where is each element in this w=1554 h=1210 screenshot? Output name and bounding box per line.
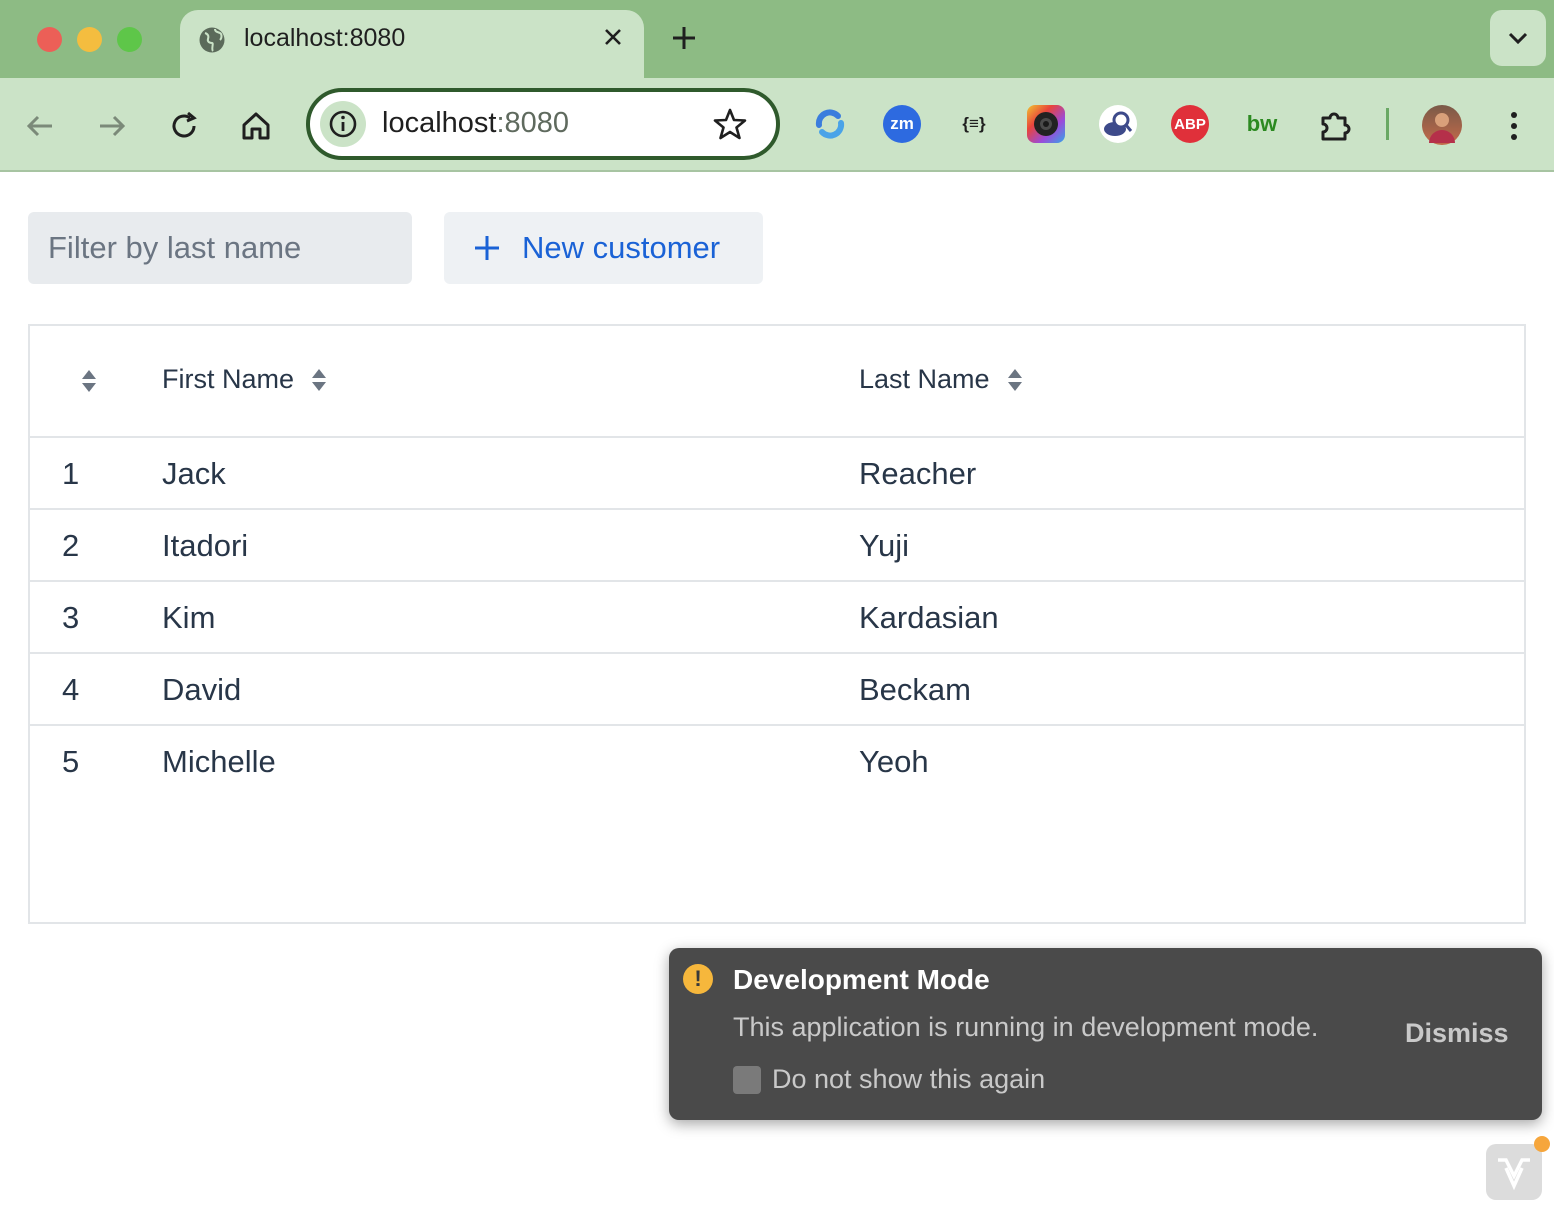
bookmark-star-icon[interactable] xyxy=(712,106,748,142)
last-name-cell: Yeoh xyxy=(859,744,929,779)
translate-glyph-icon xyxy=(1104,111,1133,136)
back-arrow-icon[interactable] xyxy=(20,106,60,146)
table-row[interactable]: 3 Kim Kardasian xyxy=(30,582,1524,654)
do-not-show-label[interactable]: Do not show this again xyxy=(772,1064,1045,1095)
bitwarden-extension-icon[interactable]: bw xyxy=(1243,105,1281,143)
first-name-cell: Michelle xyxy=(162,744,276,779)
chevron-down-icon xyxy=(1508,32,1528,45)
json-extension-icon[interactable]: {≡} xyxy=(955,105,993,143)
notification-title: Development Mode xyxy=(733,964,990,995)
new-customer-button[interactable]: New customer xyxy=(444,212,763,284)
camera-lens-icon xyxy=(1034,112,1058,136)
dev-tools-button[interactable] xyxy=(1486,1144,1542,1200)
info-icon xyxy=(329,110,357,138)
row-id: 1 xyxy=(62,456,80,491)
row-id: 2 xyxy=(62,528,80,563)
notification-message: This application is running in developme… xyxy=(733,1012,1319,1042)
address-bar[interactable]: localhost:8080 xyxy=(306,88,780,160)
first-name-cell: Itadori xyxy=(162,528,249,563)
screen-recorder-extension-icon[interactable] xyxy=(1027,105,1065,143)
window-close-button[interactable] xyxy=(37,27,62,52)
first-name-cell: David xyxy=(162,672,242,707)
forward-arrow-icon[interactable] xyxy=(92,106,132,146)
globe-icon xyxy=(199,27,225,53)
grid-header-row: First Name Last Name xyxy=(30,326,1524,438)
first-name-cell: Kim xyxy=(162,600,216,635)
browser-tab[interactable]: localhost:8080 xyxy=(180,10,644,80)
sync-glyph-icon xyxy=(815,109,845,139)
site-info-button[interactable] xyxy=(320,101,366,147)
sync-extension-icon[interactable] xyxy=(811,105,849,143)
row-id: 5 xyxy=(62,744,80,779)
first-name-cell: Jack xyxy=(162,456,226,491)
sort-icon xyxy=(312,368,327,391)
dev-mode-notification: ! Development Mode This application is r… xyxy=(669,948,1542,1120)
table-row[interactable]: 2 Itadori Yuji xyxy=(30,510,1524,582)
window-minimize-button[interactable] xyxy=(77,27,102,52)
browser-toolbar: localhost:8080 zm {≡} ABP bw xyxy=(0,78,1554,172)
filter-last-name-input[interactable] xyxy=(28,212,412,284)
tab-strip: localhost:8080 xyxy=(0,0,1554,80)
row-id: 3 xyxy=(62,600,80,635)
sort-icon xyxy=(1007,368,1022,391)
table-row[interactable]: 5 Michelle Yeoh xyxy=(30,726,1524,798)
reload-icon[interactable] xyxy=(164,106,204,146)
last-name-cell: Kardasian xyxy=(859,600,999,635)
plus-icon xyxy=(475,236,499,260)
first-name-column-header[interactable]: First Name xyxy=(162,364,328,395)
adblock-extension-icon[interactable]: ABP xyxy=(1171,105,1209,143)
url-port: :8080 xyxy=(496,107,570,139)
tab-title: localhost:8080 xyxy=(244,24,406,52)
last-name-cell: Reacher xyxy=(859,456,977,491)
profile-avatar[interactable] xyxy=(1422,105,1462,145)
last-name-column-header[interactable]: Last Name xyxy=(859,364,1024,395)
extensions-puzzle-icon[interactable] xyxy=(1315,106,1355,146)
zoom-extension-text: zm xyxy=(890,114,914,133)
close-tab-icon[interactable] xyxy=(600,24,626,50)
zoom-extension-icon[interactable]: zm xyxy=(883,105,921,143)
table-row[interactable]: 1 Jack Reacher xyxy=(30,438,1524,510)
home-icon[interactable] xyxy=(236,106,276,146)
warning-icon: ! xyxy=(683,964,713,994)
json-extension-text: {≡} xyxy=(962,114,986,133)
toolbar-divider xyxy=(1386,108,1389,140)
last-name-header-label: Last Name xyxy=(859,364,990,394)
dismiss-button[interactable]: Dismiss xyxy=(1405,1018,1509,1049)
row-id: 4 xyxy=(62,672,80,707)
new-tab-icon[interactable] xyxy=(668,22,700,54)
id-column-sort-icon[interactable] xyxy=(80,368,98,394)
table-row[interactable]: 4 David Beckam xyxy=(30,654,1524,726)
vaadin-logo-icon xyxy=(1498,1158,1530,1191)
bitwarden-extension-text: bw xyxy=(1246,111,1278,136)
last-name-cell: Beckam xyxy=(859,672,971,707)
url-host: localhost xyxy=(382,107,497,139)
do-not-show-checkbox[interactable] xyxy=(733,1066,761,1094)
customer-grid: First Name Last Name 1 Jack Reacher 2 It… xyxy=(28,324,1526,924)
last-name-cell: Yuji xyxy=(859,528,909,563)
new-customer-label: New customer xyxy=(522,230,721,265)
translate-extension-icon[interactable] xyxy=(1099,105,1137,143)
url-text: localhost:8080 xyxy=(382,107,569,140)
window-maximize-button[interactable] xyxy=(117,27,142,52)
tab-search-button[interactable] xyxy=(1490,10,1546,66)
more-vertical-icon[interactable] xyxy=(1494,106,1534,146)
notification-dot xyxy=(1534,1136,1550,1152)
adblock-extension-text: ABP xyxy=(1174,115,1206,133)
person-icon xyxy=(1429,113,1455,143)
first-name-header-label: First Name xyxy=(162,364,295,394)
